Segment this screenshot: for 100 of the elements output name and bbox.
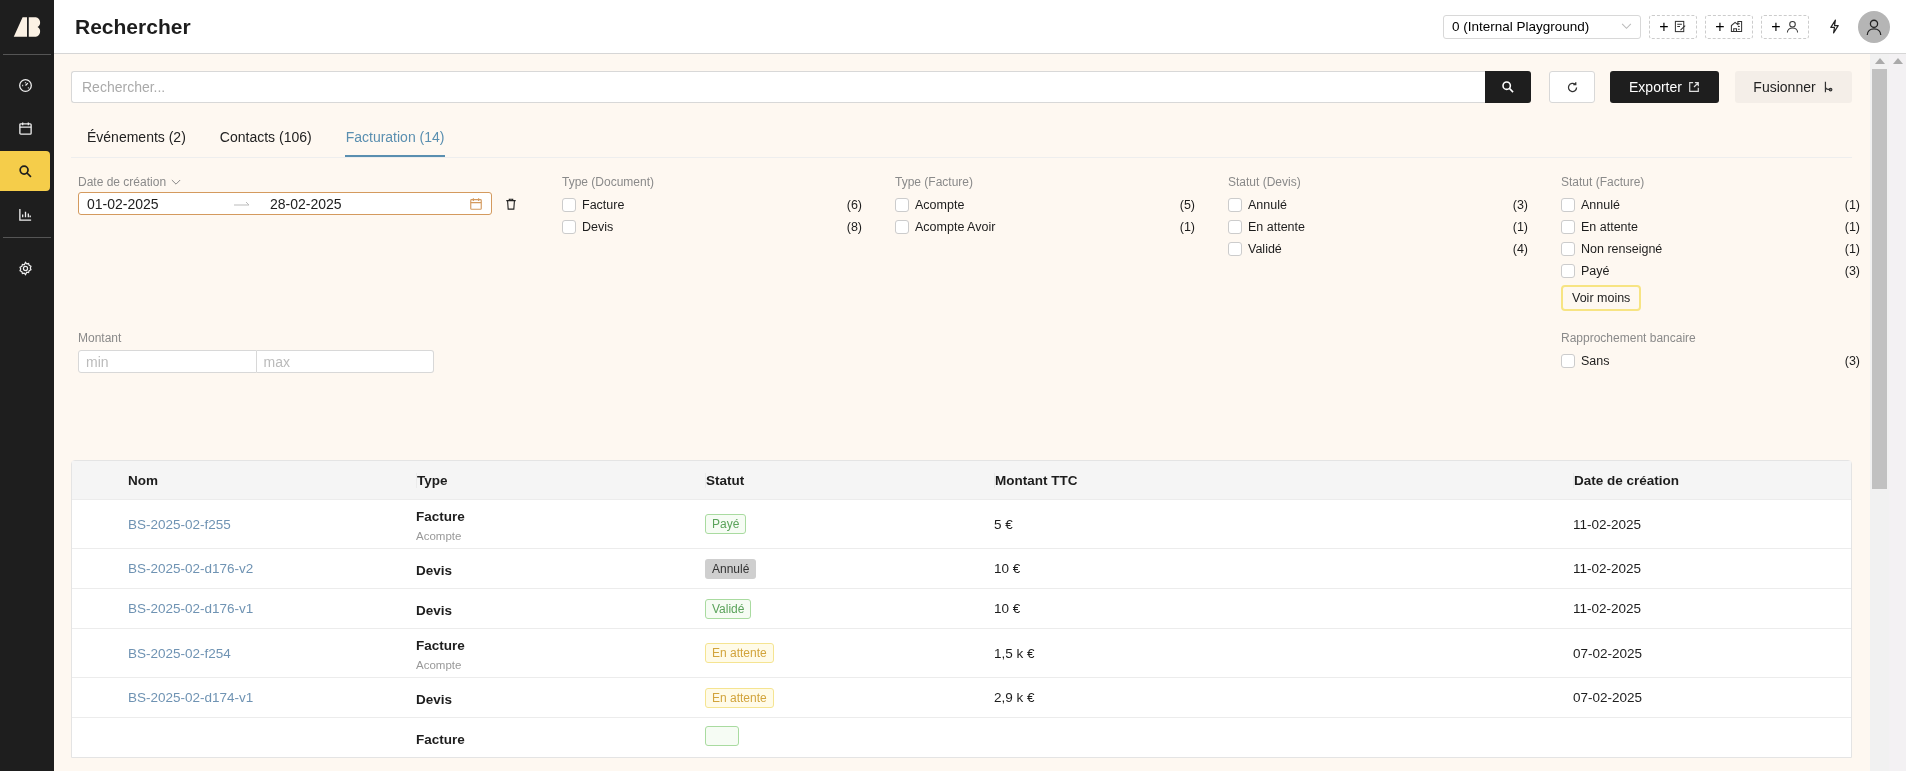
creation-date: 11-02-2025 — [1573, 561, 1642, 576]
trash-icon[interactable] — [505, 197, 517, 210]
creation-date: 07-02-2025 — [1573, 690, 1643, 705]
status-badge: En attente — [705, 687, 774, 708]
calendar-icon — [17, 120, 33, 136]
option-label: Annulé — [1581, 198, 1621, 212]
option-label: Acompte Avoir — [915, 220, 997, 234]
document-type: Facture — [416, 638, 466, 653]
checkbox[interactable] — [895, 198, 909, 212]
option-count: (1) — [1844, 242, 1860, 256]
checkbox[interactable] — [1561, 242, 1575, 256]
organisation-select[interactable]: 0 (Internal Playground) — [1443, 14, 1641, 39]
status-badge: Annulé — [705, 558, 757, 579]
option-count: (5) — [1179, 198, 1195, 212]
column-header: Nom — [128, 472, 159, 488]
quick-add-button[interactable]: + — [1705, 14, 1753, 39]
external-link-icon — [1687, 81, 1700, 93]
refresh-icon — [1565, 80, 1579, 94]
option-count: (3) — [1844, 264, 1860, 278]
search-button[interactable] — [1485, 71, 1531, 103]
creation-date: 11-02-2025 — [1573, 601, 1642, 616]
option-count: (4) — [1512, 242, 1528, 256]
checkbox[interactable] — [562, 220, 576, 234]
creation-date: 11-02-2025 — [1573, 516, 1642, 532]
column-header: Montant TTC — [994, 472, 1274, 488]
status-badge: En attente — [705, 643, 774, 663]
checkbox[interactable] — [562, 198, 576, 212]
scrollbar-thumb[interactable] — [1872, 69, 1887, 489]
filter-group-title: Rapprochement bancaire — [1561, 331, 1697, 345]
document-type: Facture — [416, 509, 466, 524]
option-count: (1) — [1512, 220, 1528, 234]
option-count: (8) — [846, 220, 862, 234]
document-type: Devis — [416, 691, 454, 707]
option-label: Facture — [582, 198, 626, 212]
refresh-button[interactable] — [1549, 71, 1595, 103]
scrollbar[interactable] — [1870, 54, 1889, 771]
amount: 10 € — [994, 561, 1021, 576]
option-label: Validé — [1248, 242, 1283, 256]
avatar[interactable] — [1858, 10, 1890, 43]
checkbox[interactable] — [1228, 220, 1242, 234]
scroll-up-icon[interactable] — [1874, 58, 1885, 64]
scrollbar[interactable] — [1889, 54, 1906, 771]
option-count: (1) — [1844, 220, 1860, 234]
settings-icon — [17, 260, 33, 276]
status-badge: Payé — [705, 514, 747, 534]
max-amount-field[interactable]: max — [256, 350, 434, 373]
checkbox[interactable] — [1561, 220, 1575, 234]
merge-button[interactable]: Fusionner — [1735, 71, 1852, 103]
checkbox[interactable] — [1561, 264, 1575, 278]
checkbox[interactable] — [1561, 354, 1575, 368]
gauge-icon — [17, 77, 33, 93]
filter-group-title: Type (Facture) — [895, 175, 975, 189]
document-subtype: Acompte — [416, 530, 463, 542]
filter-label: Montant — [78, 331, 123, 345]
filter-group-title: Type (Document) — [562, 175, 656, 189]
option-count: (1) — [1844, 198, 1860, 212]
date-range-field[interactable]: 01-02-2025 28-02-2025 — [78, 192, 492, 215]
column-header: Type — [416, 472, 705, 488]
column-header: Date de création — [1573, 472, 1851, 488]
status-badge — [705, 726, 739, 746]
lightning-icon[interactable] — [1829, 19, 1840, 34]
creation-date: 07-02-2025 — [1573, 645, 1643, 661]
document-type: Devis — [416, 602, 454, 618]
option-label: En attente — [1581, 220, 1639, 234]
tab[interactable]: Contacts (106) — [218, 121, 313, 157]
chevron-down-icon — [171, 178, 182, 186]
option-label: Acompte — [915, 198, 966, 212]
export-button[interactable]: Exporter — [1610, 71, 1719, 103]
document-type: Facture — [416, 731, 466, 747]
chevron-down-icon — [1621, 23, 1632, 30]
option-label: Payé — [1581, 264, 1611, 278]
sidebar-item[interactable] — [0, 151, 50, 191]
checkbox[interactable] — [1561, 198, 1575, 212]
building-icon — [1729, 20, 1743, 33]
option-label: Non renseigné — [1581, 242, 1664, 256]
document-type: Devis — [416, 562, 454, 578]
checkbox[interactable] — [895, 220, 909, 234]
scroll-up-icon[interactable] — [1892, 58, 1903, 64]
option-label: Devis — [582, 220, 615, 234]
search-icon — [17, 163, 33, 179]
min-amount-field[interactable]: min — [78, 350, 257, 373]
option-label: Annulé — [1248, 198, 1288, 212]
amount: 5 € — [994, 516, 1013, 532]
option-label: Sans — [1581, 354, 1611, 368]
quick-add-button[interactable]: + — [1761, 14, 1809, 39]
bar-chart-icon — [17, 206, 33, 222]
option-count: (3) — [1512, 198, 1528, 212]
filter-group-title: Statut (Devis) — [1228, 175, 1302, 189]
checkbox[interactable] — [1228, 242, 1242, 256]
amount: 10 € — [994, 601, 1021, 616]
person-icon — [1785, 20, 1799, 33]
column-header: Statut — [705, 472, 994, 488]
amount: 2,9 k € — [994, 690, 1035, 705]
tab[interactable]: Événements (2) — [86, 121, 187, 157]
search-field[interactable]: Rechercher... — [71, 71, 1485, 103]
show-less-button[interactable]: Voir moins — [1561, 285, 1642, 311]
quick-add-button[interactable]: + — [1649, 14, 1697, 39]
checkbox[interactable] — [1228, 198, 1242, 212]
option-count: (6) — [846, 198, 862, 212]
document-subtype: Acompte — [416, 659, 463, 671]
